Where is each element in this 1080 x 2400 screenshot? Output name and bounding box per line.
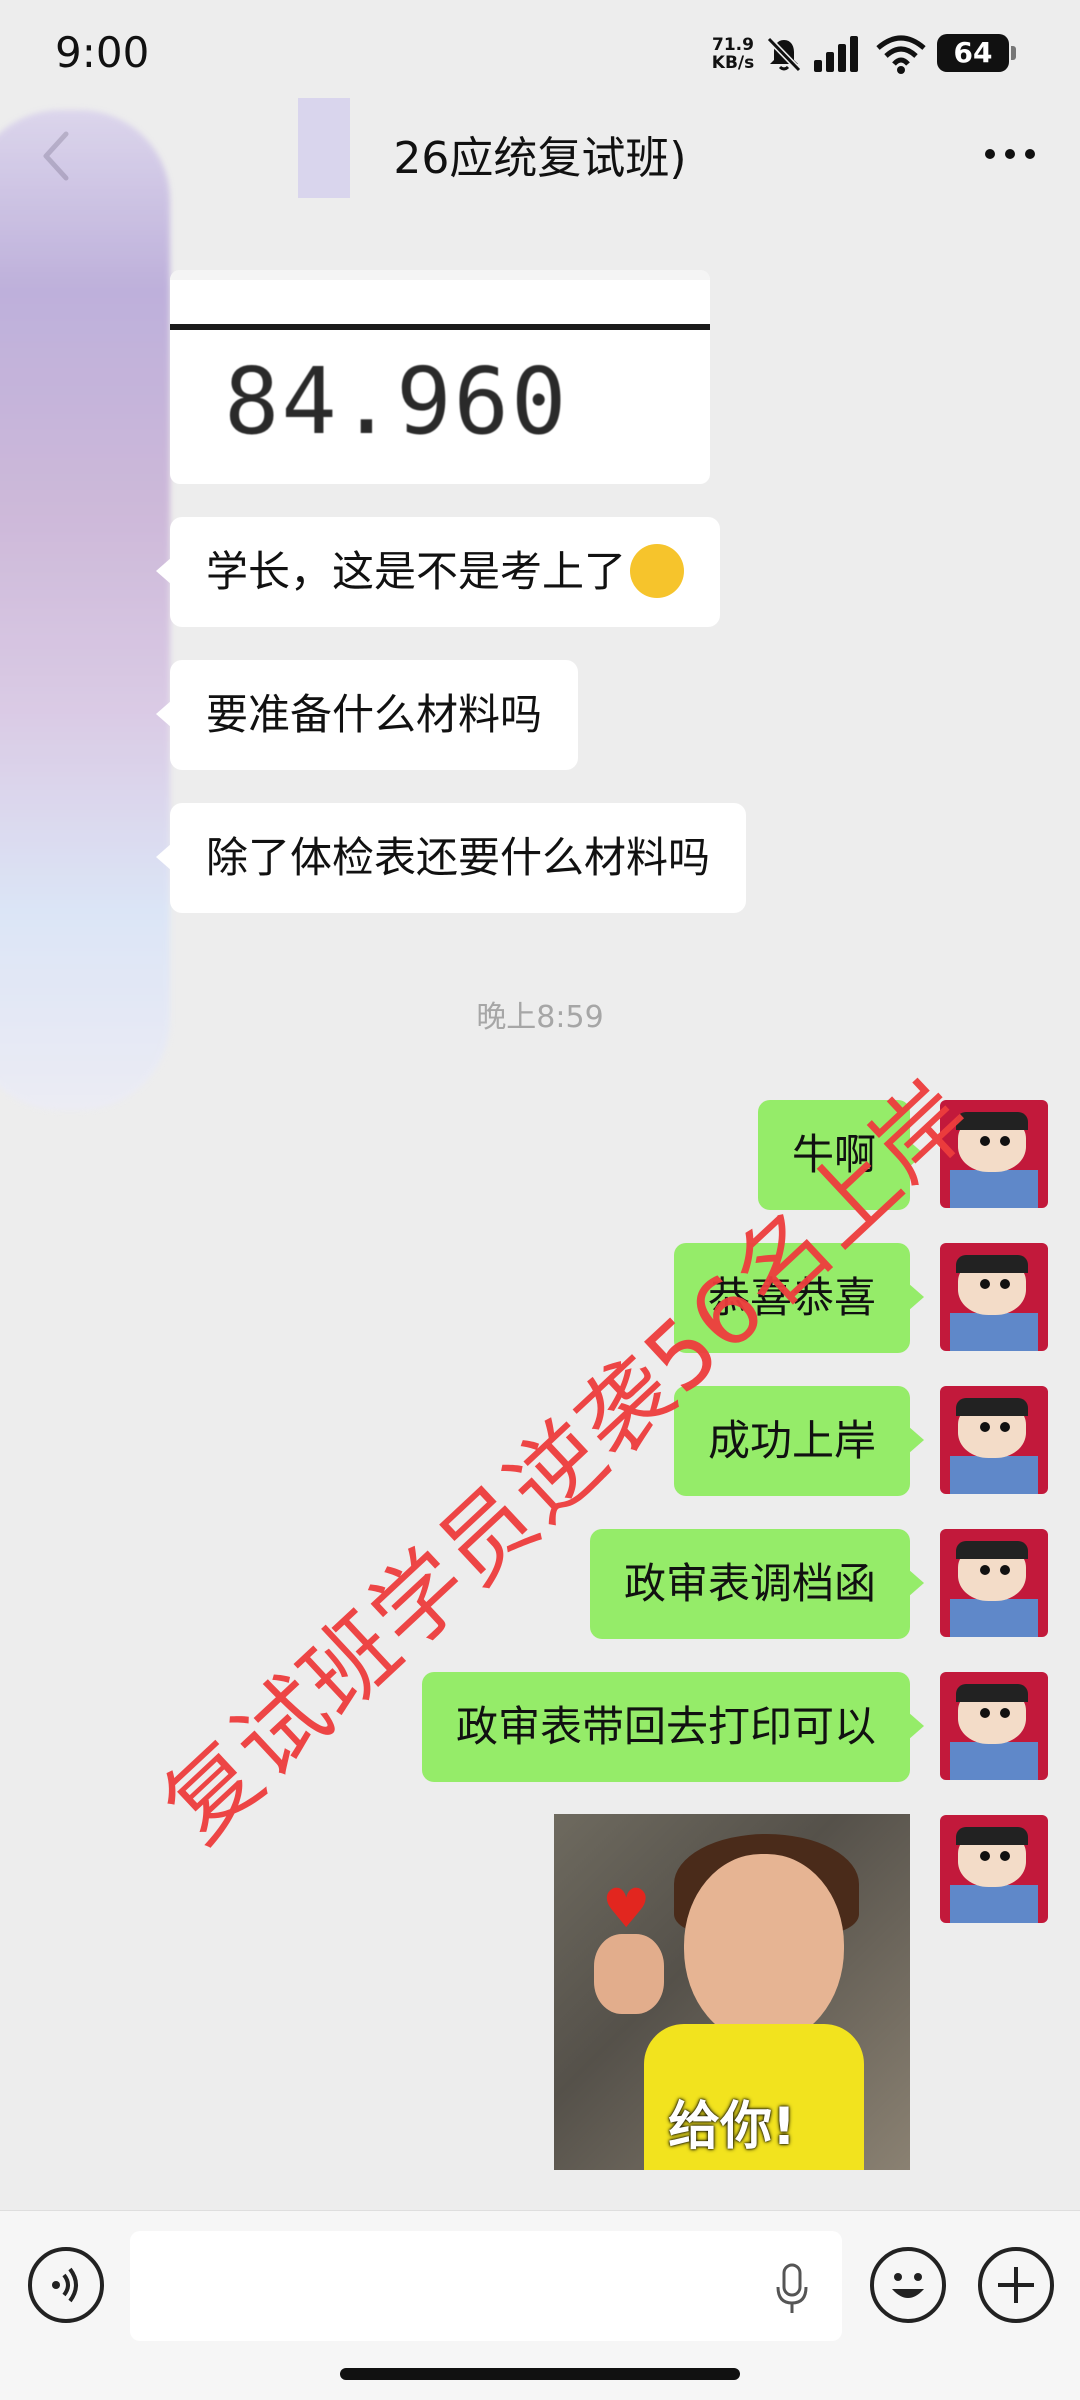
- message-text: 牛啊: [791, 1130, 876, 1179]
- emoji-icon[interactable]: [870, 2247, 946, 2323]
- message-input[interactable]: [130, 2231, 842, 2341]
- network-speed: 71.9 KB/s: [707, 36, 759, 72]
- voice-icon[interactable]: [28, 2247, 104, 2323]
- message-timestamp: 晚上8:59: [476, 1000, 604, 1035]
- outgoing-message[interactable]: 政审表带回去打印可以: [421, 1672, 925, 1782]
- message-text: 除了体检表还要什么材料吗: [206, 833, 711, 882]
- my-avatar[interactable]: [940, 1100, 1048, 1208]
- more-dots-icon[interactable]: [980, 134, 1040, 174]
- outgoing-message[interactable]: 政审表调档函: [589, 1529, 925, 1639]
- table-rule: [170, 324, 710, 330]
- my-avatar[interactable]: [940, 1386, 1048, 1494]
- crying-face-emoji-icon: [630, 543, 685, 598]
- status-bar: 9:00 71.9 KB/s 64: [0, 0, 1080, 100]
- my-avatar[interactable]: [940, 1815, 1048, 1923]
- my-avatar[interactable]: [940, 1243, 1048, 1351]
- table-edge: [170, 270, 710, 280]
- my-avatar[interactable]: [940, 1672, 1048, 1780]
- sticker-caption: 给你!: [668, 2097, 796, 2157]
- wifi-icon: [876, 35, 926, 74]
- signal-icon: [814, 36, 858, 72]
- blurred-redaction: [298, 98, 350, 198]
- message-text: 政审表调档函: [623, 1559, 876, 1608]
- score-value: 84.960: [224, 348, 569, 455]
- home-indicator[interactable]: [340, 2368, 740, 2380]
- outgoing-message[interactable]: 牛啊: [757, 1100, 925, 1210]
- message-text: 政审表带回去打印可以: [455, 1702, 876, 1751]
- mic-icon[interactable]: [772, 2261, 812, 2317]
- sticker-child-face: [684, 1854, 844, 2044]
- network-speed-unit: KB/s: [711, 53, 755, 73]
- blurred-sender-avatar: [0, 110, 170, 1110]
- outgoing-message[interactable]: 恭喜恭喜: [673, 1243, 925, 1353]
- incoming-message[interactable]: 要准备什么材料吗: [155, 660, 579, 770]
- sticker-message[interactable]: ♥ 给你!: [554, 1814, 910, 2170]
- my-avatar[interactable]: [940, 1529, 1048, 1637]
- sticker-child-hand: [594, 1934, 664, 2014]
- outgoing-message[interactable]: 成功上岸: [673, 1386, 925, 1496]
- heart-icon: ♥: [602, 1877, 651, 1940]
- battery-indicator: 64: [937, 34, 1016, 72]
- score-screenshot-message[interactable]: 84.960: [170, 270, 710, 484]
- network-speed-value: 71.9: [712, 35, 754, 55]
- incoming-message[interactable]: 除了体检表还要什么材料吗: [155, 803, 747, 913]
- mute-bell-icon: [766, 36, 802, 73]
- message-text: 恭喜恭喜: [707, 1273, 876, 1322]
- incoming-message[interactable]: 学长，这是不是考上了: [155, 517, 721, 627]
- message-text: 要准备什么材料吗: [206, 690, 543, 739]
- message-text: 学长，这是不是考上了: [206, 547, 627, 596]
- status-time: 9:00: [55, 28, 150, 77]
- plus-icon[interactable]: [978, 2247, 1054, 2323]
- message-text: 成功上岸: [707, 1416, 876, 1465]
